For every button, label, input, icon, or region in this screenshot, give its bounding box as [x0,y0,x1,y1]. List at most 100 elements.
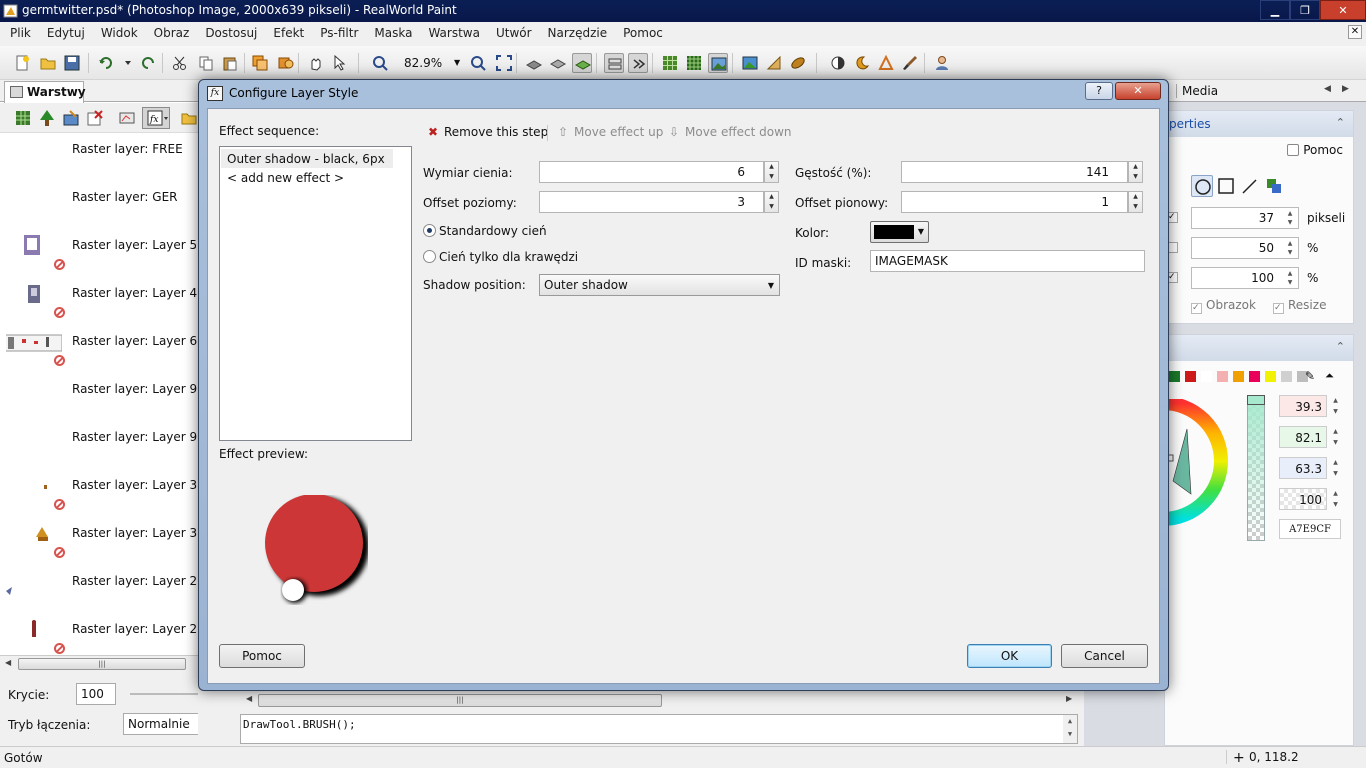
menu-widok[interactable]: Widok [93,22,146,44]
layer-item[interactable]: Raster layer: Layer 5 [0,229,198,277]
menu-warstwa[interactable]: Warstwa [420,22,488,44]
color-layers-icon[interactable] [1263,175,1285,197]
triangle-tool-icon[interactable] [876,53,896,73]
layer-merge-icon[interactable] [276,53,296,73]
layer-style-fx-icon[interactable]: fx [142,107,170,129]
saturation-spinner[interactable]: ▲ ▼ [1329,426,1342,448]
collapse-icon[interactable]: ⌃ [1336,340,1345,353]
offset-h-spinner[interactable]: ▲ ▼ [764,191,779,213]
menu-dostosuj[interactable]: Dostosuj [197,22,265,44]
undo-icon[interactable] [96,53,116,73]
scroll-left-arrow-icon[interactable]: ◀ [5,658,11,667]
move-up-button[interactable]: ⇧ Move effect up [556,125,663,139]
layer-hidden-icon[interactable] [54,259,65,270]
palette-menu-icon[interactable]: ⏶ [1325,369,1334,383]
alpha-slider[interactable] [1247,395,1265,541]
zoom-dropdown-icon[interactable]: ▼ [454,58,460,67]
layer-hidden-icon[interactable] [54,643,65,654]
grid-icon[interactable] [660,53,680,73]
zoom-level[interactable]: 82.9% [404,56,442,70]
palette-swatch[interactable] [1217,371,1228,382]
edges-shadow-label[interactable]: Cień tylko dla krawędzi [439,250,578,264]
lightness-spinner[interactable]: ▲ ▼ [1329,457,1342,479]
layer-item[interactable]: Raster layer: Layer 4 [0,277,198,325]
cancel-button[interactable]: Cancel [1061,644,1148,668]
layer-delete-icon[interactable] [86,109,104,127]
list-item[interactable]: < add new effect > [221,168,393,187]
open-folder-icon[interactable] [38,53,58,73]
palette-swatch[interactable] [1249,371,1260,382]
layer-tree-icon[interactable] [38,109,56,127]
dialog-close-button[interactable]: ✕ [1115,82,1161,100]
menu-narzedzie[interactable]: Narzędzie [540,22,616,44]
menu-ps-filtr[interactable]: Ps-filtr [312,22,366,44]
paste-icon[interactable] [220,53,240,73]
ok-button[interactable]: OK [967,644,1052,668]
rectangle-shape-icon[interactable] [1215,175,1237,197]
move-down-button[interactable]: ⇩ Move effect down [667,125,792,139]
minimize-button[interactable]: ▁ [1260,0,1290,20]
menu-efekt[interactable]: Efekt [265,22,312,44]
hue-value[interactable]: 39.3 [1279,395,1327,417]
layer-hidden-icon[interactable] [54,547,65,558]
hue-spinner[interactable]: ▲ ▼ [1329,395,1342,417]
brush-icon[interactable] [900,53,920,73]
effects-toggle-icon[interactable] [628,53,648,73]
undo-dropdown-icon[interactable] [118,53,138,73]
shadow-size-input[interactable]: 6 [539,161,764,183]
layer-hidden-icon[interactable] [54,499,65,510]
standard-shadow-radio[interactable] [423,224,436,237]
dialog-titlebar[interactable]: fx Configure Layer Style ? ✕ [199,80,1168,106]
layer-item[interactable]: Raster layer: Layer 6 [0,325,198,373]
density-spinner[interactable]: ▲ ▼ [1128,161,1143,183]
menu-maska[interactable]: Maska [366,22,420,44]
palette-swatch[interactable] [1265,371,1276,382]
layer-view-3-icon[interactable] [572,53,592,73]
saturation-value[interactable]: 82.1 [1279,426,1327,448]
save-icon[interactable] [62,53,82,73]
tab-warstwy[interactable]: Warstwy [4,81,86,103]
layer-view-2-icon[interactable] [548,53,568,73]
scrollbar-thumb[interactable]: ||| [18,658,186,670]
layer-item[interactable]: Raster layer: Layer 9 copy [0,373,198,421]
palette-swatch[interactable] [1169,371,1180,382]
document-close-icon[interactable]: ✕ [1348,25,1362,39]
layer-hidden-icon[interactable] [54,355,65,366]
copy-icon[interactable] [196,53,216,73]
redo-icon[interactable] [138,53,158,73]
layer-item[interactable]: Raster layer: FREE [0,133,198,181]
edges-shadow-radio[interactable] [423,250,436,263]
hex-color-value[interactable]: A7E9CF [1279,519,1341,539]
scroll-left-arrow-icon[interactable]: ◀ [246,694,252,703]
layer-item[interactable]: Raster layer: Layer 9 [0,421,198,469]
menu-edytuj[interactable]: Edytuj [39,22,93,44]
opacity-input[interactable]: 100 [76,683,116,705]
layers-horizontal-scrollbar[interactable]: ◀ ||| [0,655,198,671]
layer-new-icon[interactable] [62,109,80,127]
scrollbar-thumb[interactable]: ||| [258,694,662,707]
option-obrazok[interactable]: ✓ Obrazok [1191,298,1256,314]
alpha-slider-knob[interactable] [1247,395,1265,405]
moon-icon[interactable] [852,53,872,73]
image-view-icon[interactable] [708,53,728,73]
fit-to-window-icon[interactable] [494,53,514,73]
user-icon[interactable] [932,53,952,73]
collapse-icon[interactable]: ⌃ [1336,116,1345,129]
layer-item[interactable]: Raster layer: Layer 3 copy [0,469,198,517]
shadow-position-select[interactable]: Outer shadow ▼ [539,274,780,296]
tab-scroll-left-icon[interactable]: ◀ [1324,84,1338,98]
lightness-value[interactable]: 63.3 [1279,457,1327,479]
palette-swatch[interactable] [1201,371,1212,382]
help-button[interactable]: Pomoc [219,644,305,668]
layer-view-1-icon[interactable] [524,53,544,73]
layer-item[interactable]: Raster layer: Layer 2 [0,613,198,655]
hardness-spinner[interactable]: ▲ ▼ [1283,239,1297,257]
size-spinner[interactable]: ▲ ▼ [1283,209,1297,227]
contrast-icon[interactable] [828,53,848,73]
cut-icon[interactable] [170,53,190,73]
new-file-icon[interactable] [12,53,32,73]
close-button[interactable]: ✕ [1320,0,1366,20]
picture-icon[interactable] [740,53,760,73]
properties-header[interactable]: perties ⌃ [1165,111,1353,137]
obrazok-checkbox[interactable]: ✓ [1191,303,1202,314]
